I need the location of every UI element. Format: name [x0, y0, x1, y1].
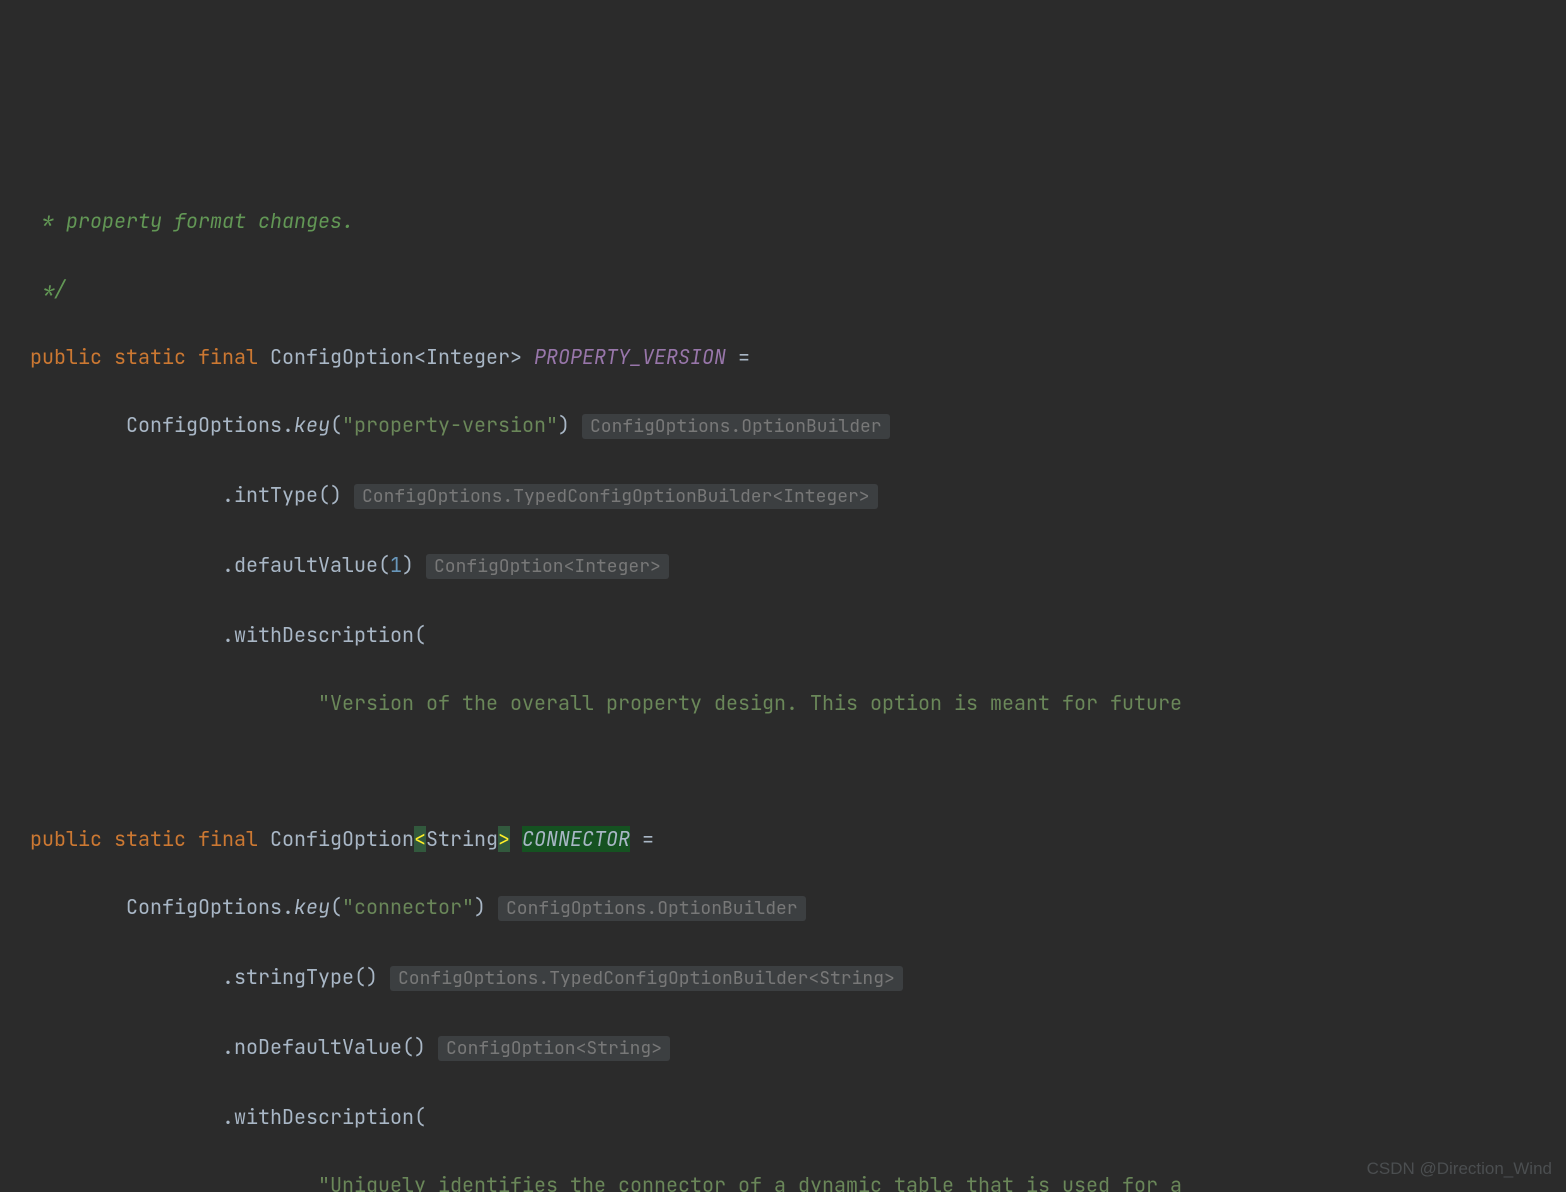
inlay-hint: ConfigOption<String>: [438, 1036, 670, 1061]
code-line: .stringType() ConfigOptions.TypedConfigO…: [30, 960, 1566, 996]
code-line: [30, 754, 1566, 788]
type-name: String: [426, 826, 498, 852]
paren: (: [330, 894, 342, 920]
code-line: .intType() ConfigOptions.TypedConfigOpti…: [30, 478, 1566, 514]
bracket-highlight: <: [414, 826, 426, 852]
inlay-hint: ConfigOptions.OptionBuilder: [498, 896, 806, 921]
keyword: final: [198, 826, 258, 852]
type-name: Integer: [426, 344, 510, 370]
comment-text: * property format changes.: [30, 208, 354, 234]
operator: =: [726, 344, 750, 370]
type-name: ConfigOption: [270, 826, 414, 852]
code-line: .withDescription(: [30, 618, 1566, 652]
method-call: .defaultValue(: [222, 552, 390, 578]
string-literal: "property-version": [342, 412, 558, 438]
inlay-hint: ConfigOptions.OptionBuilder: [582, 414, 890, 439]
method-name: key: [294, 894, 330, 920]
method-call: .noDefaultValue(): [222, 1034, 426, 1060]
keyword: static: [114, 344, 186, 370]
code-line: "Version of the overall property design.…: [30, 686, 1566, 720]
inlay-hint: ConfigOptions.TypedConfigOptionBuilder<S…: [390, 966, 903, 991]
keyword: final: [198, 344, 258, 370]
bracket-highlight: >: [498, 826, 510, 852]
string-literal: "Uniquely identifies the connector of a …: [318, 1172, 1182, 1192]
code-line: ConfigOptions.key("connector") ConfigOpt…: [30, 890, 1566, 926]
method-call: .withDescription(: [222, 622, 426, 648]
keyword: static: [114, 826, 186, 852]
dot: .: [282, 894, 294, 920]
string-literal: "Version of the overall property design.…: [318, 690, 1182, 716]
code-line-highlighted: public static final ConfigOption<String>…: [30, 822, 1566, 856]
paren: (: [330, 412, 342, 438]
code-line: "Uniquely identifies the connector of a …: [30, 1168, 1566, 1192]
field-name: CONNECTOR: [522, 826, 630, 852]
code-line: */: [30, 272, 1566, 306]
method-call: .stringType(): [222, 964, 378, 990]
code-editor[interactable]: * property format changes. */ public sta…: [0, 170, 1566, 1192]
type-name: ConfigOptions: [126, 894, 282, 920]
comment-text: */: [30, 276, 66, 302]
dot: .: [282, 412, 294, 438]
paren: ): [402, 552, 414, 578]
number-literal: 1: [390, 552, 402, 578]
code-line: public static final ConfigOption<Integer…: [30, 340, 1566, 374]
paren: ): [474, 894, 486, 920]
string-literal: "connector": [342, 894, 474, 920]
inlay-hint: ConfigOptions.TypedConfigOptionBuilder<I…: [354, 484, 878, 509]
code-line: .noDefaultValue() ConfigOption<String>: [30, 1030, 1566, 1066]
inlay-hint: ConfigOption<Integer>: [426, 554, 669, 579]
code-line: ConfigOptions.key("property-version") Co…: [30, 408, 1566, 444]
paren: ): [558, 412, 570, 438]
current-line-highlight: [30, 822, 1566, 856]
keyword: public: [30, 826, 102, 852]
watermark-text: CSDN @Direction_Wind: [1367, 1152, 1552, 1186]
code-line: * property format changes.: [30, 204, 1566, 238]
operator: =: [630, 826, 654, 852]
code-line: .defaultValue(1) ConfigOption<Integer>: [30, 548, 1566, 584]
type-name: ConfigOptions: [126, 412, 282, 438]
code-line: .withDescription(: [30, 1100, 1566, 1134]
method-call: .intType(): [222, 482, 342, 508]
method-call: .withDescription(: [222, 1104, 426, 1130]
method-name: key: [294, 412, 330, 438]
type-name: ConfigOption: [270, 344, 414, 370]
keyword: public: [30, 344, 102, 370]
field-name: PROPERTY_VERSION: [534, 344, 726, 370]
